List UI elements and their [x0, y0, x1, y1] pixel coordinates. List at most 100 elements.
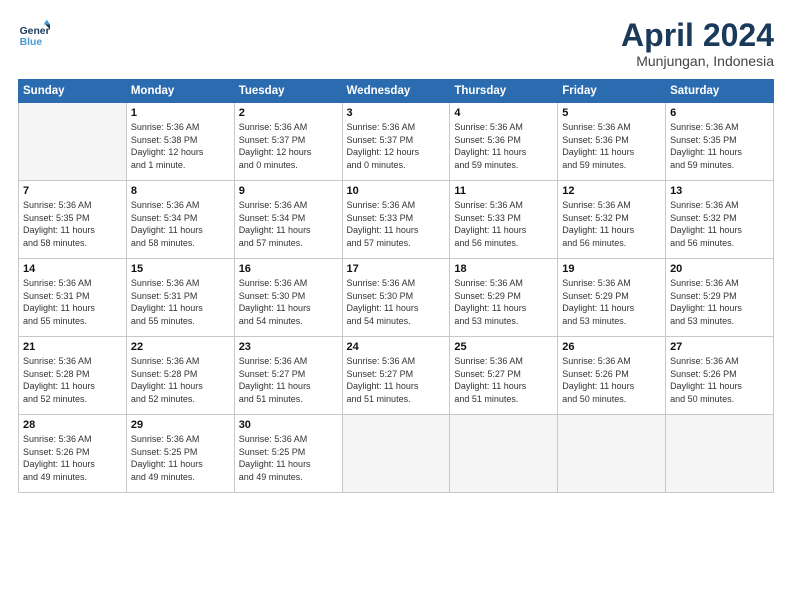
day-number: 23: [239, 341, 338, 353]
calendar-cell: 4Sunrise: 5:36 AM Sunset: 5:36 PM Daylig…: [450, 103, 558, 181]
day-info: Sunrise: 5:36 AM Sunset: 5:30 PM Dayligh…: [347, 277, 446, 327]
page: General Blue April 2024 Munjungan, Indon…: [0, 0, 792, 612]
calendar-cell: 25 Sunrise: 5:36 AM Sunset: 5:27 PM Dayli…: [450, 337, 558, 415]
calendar-cell: 29 Sunrise: 5:36 AM Sunset: 5:25 PM Dayli…: [126, 415, 234, 493]
day-number: 9: [239, 185, 338, 197]
day-number: 24: [347, 341, 446, 353]
day-number: 7: [23, 185, 122, 197]
calendar-cell: 28 Sunrise: 5:36 AM Sunset: 5:26 PM Dayli…: [19, 415, 127, 493]
day-number: 26: [562, 341, 661, 353]
calendar-cell: 1 Sunrise: 5:36 AM Sunset: 5:38 PM Daylig…: [126, 103, 234, 181]
day-info: Sunrise: 5:36 AM Sunset: 5:29 PM Dayligh…: [670, 277, 769, 327]
day-info: Sunrise: 5:36 AM Sunset: 5:30 PM Dayligh…: [239, 277, 338, 327]
day-number: 29: [131, 419, 230, 431]
calendar-cell: 10Sunrise: 5:36 AM Sunset: 5:33 PM Dayli…: [342, 181, 450, 259]
logo-icon: General Blue: [18, 18, 50, 50]
day-number: 20: [670, 263, 769, 275]
day-info: Sunrise: 5:36 AM Sunset: 5:35 PM Dayligh…: [670, 121, 769, 171]
calendar-cell: 3 Sunrise: 5:36 AM Sunset: 5:37 PM Daylig…: [342, 103, 450, 181]
day-number: 5: [562, 107, 661, 119]
day-info: Sunrise: 5:36 AM Sunset: 5:28 PM Dayligh…: [23, 355, 122, 405]
day-number: 30: [239, 419, 338, 431]
day-info: Sunrise: 5:36 AM Sunset: 5:38 PM Dayligh…: [131, 121, 230, 171]
month-title: April 2024: [621, 18, 774, 53]
calendar-cell: 20 Sunrise: 5:36 AM Sunset: 5:29 PM Dayli…: [666, 259, 774, 337]
day-number: 16: [239, 263, 338, 275]
calendar-week-row: 7 Sunrise: 5:36 AM Sunset: 5:35 PM Daylig…: [19, 181, 774, 259]
calendar-cell: 22Sunrise: 5:36 AM Sunset: 5:28 PM Dayli…: [126, 337, 234, 415]
day-number: 3: [347, 107, 446, 119]
day-info: Sunrise: 5:36 AM Sunset: 5:27 PM Dayligh…: [454, 355, 553, 405]
header: General Blue April 2024 Munjungan, Indon…: [18, 18, 774, 69]
weekday-header: Sunday: [19, 80, 127, 103]
weekday-header: Tuesday: [234, 80, 342, 103]
day-number: 19: [562, 263, 661, 275]
calendar-table: SundayMondayTuesdayWednesdayThursdayFrid…: [18, 79, 774, 493]
calendar-cell: [450, 415, 558, 493]
day-info: Sunrise: 5:36 AM Sunset: 5:32 PM Dayligh…: [562, 199, 661, 249]
weekday-header: Friday: [558, 80, 666, 103]
calendar-cell: [342, 415, 450, 493]
weekday-header-row: SundayMondayTuesdayWednesdayThursdayFrid…: [19, 80, 774, 103]
day-info: Sunrise: 5:36 AM Sunset: 5:35 PM Dayligh…: [23, 199, 122, 249]
day-info: Sunrise: 5:36 AM Sunset: 5:37 PM Dayligh…: [347, 121, 446, 171]
calendar-cell: 18 Sunrise: 5:36 AM Sunset: 5:29 PM Dayli…: [450, 259, 558, 337]
day-info: Sunrise: 5:36 AM Sunset: 5:27 PM Dayligh…: [239, 355, 338, 405]
day-number: 17: [347, 263, 446, 275]
calendar-cell: 23 Sunrise: 5:36 AM Sunset: 5:27 PM Dayli…: [234, 337, 342, 415]
calendar-cell: 16 Sunrise: 5:36 AM Sunset: 5:30 PM Dayli…: [234, 259, 342, 337]
weekday-header: Saturday: [666, 80, 774, 103]
calendar-week-row: 21 Sunrise: 5:36 AM Sunset: 5:28 PM Dayli…: [19, 337, 774, 415]
day-info: Sunrise: 5:36 AM Sunset: 5:28 PM Dayligh…: [131, 355, 230, 405]
calendar-cell: 30 Sunrise: 5:36 AM Sunset: 5:25 PM Dayli…: [234, 415, 342, 493]
day-number: 6: [670, 107, 769, 119]
svg-text:Blue: Blue: [20, 37, 43, 48]
calendar-cell: [558, 415, 666, 493]
calendar-cell: 7 Sunrise: 5:36 AM Sunset: 5:35 PM Daylig…: [19, 181, 127, 259]
day-number: 4: [454, 107, 553, 119]
calendar-cell: 6 Sunrise: 5:36 AM Sunset: 5:35 PM Daylig…: [666, 103, 774, 181]
day-number: 10: [347, 185, 446, 197]
calendar-cell: [19, 103, 127, 181]
calendar-cell: 27 Sunrise: 5:36 AM Sunset: 5:26 PM Dayli…: [666, 337, 774, 415]
day-number: 13: [670, 185, 769, 197]
calendar-cell: 8 Sunrise: 5:36 AM Sunset: 5:34 PM Daylig…: [126, 181, 234, 259]
day-number: 27: [670, 341, 769, 353]
day-number: 21: [23, 341, 122, 353]
day-info: Sunrise: 5:36 AM Sunset: 5:34 PM Dayligh…: [131, 199, 230, 249]
day-number: 28: [23, 419, 122, 431]
day-info: Sunrise: 5:36 AM Sunset: 5:33 PM Dayligh…: [454, 199, 553, 249]
calendar-cell: 19 Sunrise: 5:36 AM Sunset: 5:29 PM Dayli…: [558, 259, 666, 337]
calendar-cell: 17 Sunrise: 5:36 AM Sunset: 5:30 PM Dayli…: [342, 259, 450, 337]
calendar-cell: 15Sunrise: 5:36 AM Sunset: 5:31 PM Dayli…: [126, 259, 234, 337]
weekday-header: Monday: [126, 80, 234, 103]
day-info: Sunrise: 5:36 AM Sunset: 5:25 PM Dayligh…: [239, 433, 338, 483]
calendar-cell: 26Sunrise: 5:36 AM Sunset: 5:26 PM Dayli…: [558, 337, 666, 415]
calendar-cell: 13Sunrise: 5:36 AM Sunset: 5:32 PM Dayli…: [666, 181, 774, 259]
day-info: Sunrise: 5:36 AM Sunset: 5:26 PM Dayligh…: [23, 433, 122, 483]
calendar-week-row: 28 Sunrise: 5:36 AM Sunset: 5:26 PM Dayli…: [19, 415, 774, 493]
calendar-cell: 12Sunrise: 5:36 AM Sunset: 5:32 PM Dayli…: [558, 181, 666, 259]
calendar-cell: 5 Sunrise: 5:36 AM Sunset: 5:36 PM Daylig…: [558, 103, 666, 181]
day-info: Sunrise: 5:36 AM Sunset: 5:29 PM Dayligh…: [454, 277, 553, 327]
day-number: 1: [131, 107, 230, 119]
day-info: Sunrise: 5:36 AM Sunset: 5:26 PM Dayligh…: [670, 355, 769, 405]
day-info: Sunrise: 5:36 AM Sunset: 5:31 PM Dayligh…: [23, 277, 122, 327]
day-number: 8: [131, 185, 230, 197]
day-info: Sunrise: 5:36 AM Sunset: 5:37 PM Dayligh…: [239, 121, 338, 171]
day-number: 18: [454, 263, 553, 275]
calendar-cell: 14Sunrise: 5:36 AM Sunset: 5:31 PM Dayli…: [19, 259, 127, 337]
day-info: Sunrise: 5:36 AM Sunset: 5:25 PM Dayligh…: [131, 433, 230, 483]
day-number: 25: [454, 341, 553, 353]
calendar-cell: 11Sunrise: 5:36 AM Sunset: 5:33 PM Dayli…: [450, 181, 558, 259]
day-info: Sunrise: 5:36 AM Sunset: 5:31 PM Dayligh…: [131, 277, 230, 327]
calendar-cell: 24Sunrise: 5:36 AM Sunset: 5:27 PM Dayli…: [342, 337, 450, 415]
day-info: Sunrise: 5:36 AM Sunset: 5:29 PM Dayligh…: [562, 277, 661, 327]
location: Munjungan, Indonesia: [621, 53, 774, 69]
logo: General Blue: [18, 18, 50, 50]
calendar-week-row: 1 Sunrise: 5:36 AM Sunset: 5:38 PM Daylig…: [19, 103, 774, 181]
title-area: April 2024 Munjungan, Indonesia: [621, 18, 774, 69]
day-number: 2: [239, 107, 338, 119]
day-info: Sunrise: 5:36 AM Sunset: 5:36 PM Dayligh…: [562, 121, 661, 171]
calendar-week-row: 14Sunrise: 5:36 AM Sunset: 5:31 PM Dayli…: [19, 259, 774, 337]
